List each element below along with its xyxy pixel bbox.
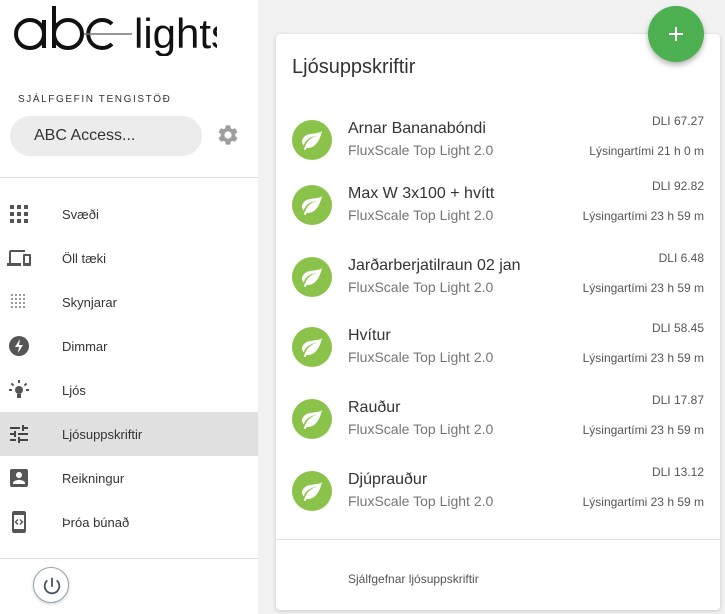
leaf-icon (302, 131, 322, 150)
recipe-list-item[interactable]: Djúprauður FluxScale Top Light 2.0 DLI 1… (276, 465, 720, 537)
abc-lights-logo: lights (14, 6, 217, 56)
sidebar-item-sensors[interactable]: Skynjarar (0, 280, 258, 324)
tune-icon (10, 425, 28, 443)
recipe-name: Djúprauður (348, 471, 428, 488)
sensor-grid-icon (11, 294, 25, 308)
sidebar: lights SJÁLFGEFIN TENGISTÖÐ ABC Access..… (0, 0, 258, 614)
leaf-icon (302, 268, 322, 287)
add-recipe-button[interactable] (648, 6, 704, 62)
account-icon (10, 469, 28, 487)
power-button[interactable] (33, 567, 69, 603)
default-recipes-link[interactable]: Sjálfgefnar ljósuppskriftir (348, 572, 479, 586)
gateway-label: SJÁLFGEFIN TENGISTÖÐ (18, 94, 172, 105)
recipe-dli: DLI 67.27 (651, 114, 704, 128)
recipe-list-item[interactable]: Jarðarberjatilraun 02 jan FluxScale Top … (276, 251, 720, 323)
sidebar-item-dimmers[interactable]: Dimmar (0, 324, 258, 368)
sidebar-item-label: Reikningur (62, 470, 125, 486)
bulb-icon (9, 380, 29, 398)
recipe-name: Arnar Bananabóndi (348, 120, 486, 137)
devices-icon (7, 250, 31, 266)
recipe-duration: Lýsingartími 23 h 59 m (582, 351, 704, 365)
leaf-avatar (292, 471, 332, 511)
recipe-name: Hvítur (348, 327, 391, 344)
recipe-dli: DLI 17.87 (651, 393, 704, 407)
leaf-icon (302, 410, 322, 429)
recipe-device: FluxScale Top Light 2.0 (348, 349, 494, 365)
recipe-duration: Lýsingartími 23 h 59 m (582, 495, 704, 509)
leaf-avatar (292, 327, 332, 367)
page-title: Ljósuppskriftir (292, 56, 416, 78)
recipe-device: FluxScale Top Light 2.0 (348, 279, 494, 295)
recipe-dli: DLI 58.45 (651, 321, 704, 335)
recipe-list-item[interactable]: Max W 3x100 + hvítt FluxScale Top Light … (276, 179, 720, 251)
bolt-icon (9, 336, 29, 356)
leaf-icon (302, 482, 322, 501)
recipe-device: FluxScale Top Light 2.0 (348, 142, 494, 158)
recipe-duration: Lýsingartími 23 h 59 m (582, 423, 704, 437)
sidebar-item-label: Svæði (62, 206, 99, 222)
gear-icon[interactable] (216, 123, 240, 147)
sidebar-item-label: Ljósuppskriftir (62, 426, 143, 442)
recipe-device: FluxScale Top Light 2.0 (348, 421, 494, 437)
leaf-avatar (292, 399, 332, 439)
sidebar-item-all-devices[interactable]: Öll tæki (0, 236, 258, 280)
recipe-name: Max W 3x100 + hvítt (348, 185, 495, 202)
recipe-dli: DLI 92.82 (651, 179, 704, 193)
leaf-avatar (292, 120, 332, 160)
recipe-list-item[interactable]: Rauður FluxScale Top Light 2.0 DLI 17.87… (276, 393, 720, 465)
sidebar-divider (0, 558, 258, 559)
developer-icon (12, 511, 26, 533)
light-recipes-card: Ljósuppskriftir Arnar Bananabóndi FluxSc… (276, 34, 720, 610)
svg-text:lights: lights (134, 10, 217, 56)
leaf-icon (302, 196, 322, 215)
sidebar-divider (0, 177, 258, 178)
plus-icon (669, 27, 683, 41)
recipe-dli: DLI 13.12 (651, 465, 704, 479)
sidebar-item-light-recipes[interactable]: Ljósuppskriftir (0, 412, 258, 456)
sidebar-item-develop-device[interactable]: Þróa búnað (0, 500, 258, 544)
recipe-dli: DLI 6.48 (658, 251, 704, 265)
leaf-icon (302, 338, 322, 357)
power-icon (43, 577, 61, 595)
grid-icon (10, 205, 28, 223)
sidebar-nav: Svæði Öll tæki Skynjarar Dimmar Ljós Ljó… (0, 192, 258, 544)
leaf-avatar (292, 257, 332, 297)
sidebar-item-label: Þróa búnað (62, 514, 130, 530)
leaf-avatar (292, 185, 332, 225)
recipe-duration: Lýsingartími 21 h 0 m (589, 144, 704, 158)
sidebar-item-label: Dimmar (62, 338, 108, 354)
sidebar-item-label: Öll tæki (62, 250, 107, 266)
recipe-list-item[interactable]: Arnar Bananabóndi FluxScale Top Light 2.… (276, 114, 720, 186)
sidebar-item-lights[interactable]: Ljós (0, 368, 258, 412)
recipe-list-item[interactable]: Hvítur FluxScale Top Light 2.0 DLI 58.45… (276, 321, 720, 393)
recipe-name: Jarðarberjatilraun 02 jan (348, 257, 521, 274)
recipe-device: FluxScale Top Light 2.0 (348, 207, 494, 223)
card-divider (276, 539, 720, 540)
recipe-name: Rauður (348, 399, 401, 416)
recipe-duration: Lýsingartími 23 h 59 m (582, 209, 704, 223)
recipe-device: FluxScale Top Light 2.0 (348, 493, 494, 509)
sidebar-item-label: Ljós (62, 382, 86, 398)
gateway-select[interactable]: ABC Access... (10, 116, 202, 156)
sidebar-item-zones[interactable]: Svæði (0, 192, 258, 236)
sidebar-item-label: Skynjarar (62, 294, 117, 310)
sidebar-item-account[interactable]: Reikningur (0, 456, 258, 500)
recipe-duration: Lýsingartími 23 h 59 m (582, 281, 704, 295)
